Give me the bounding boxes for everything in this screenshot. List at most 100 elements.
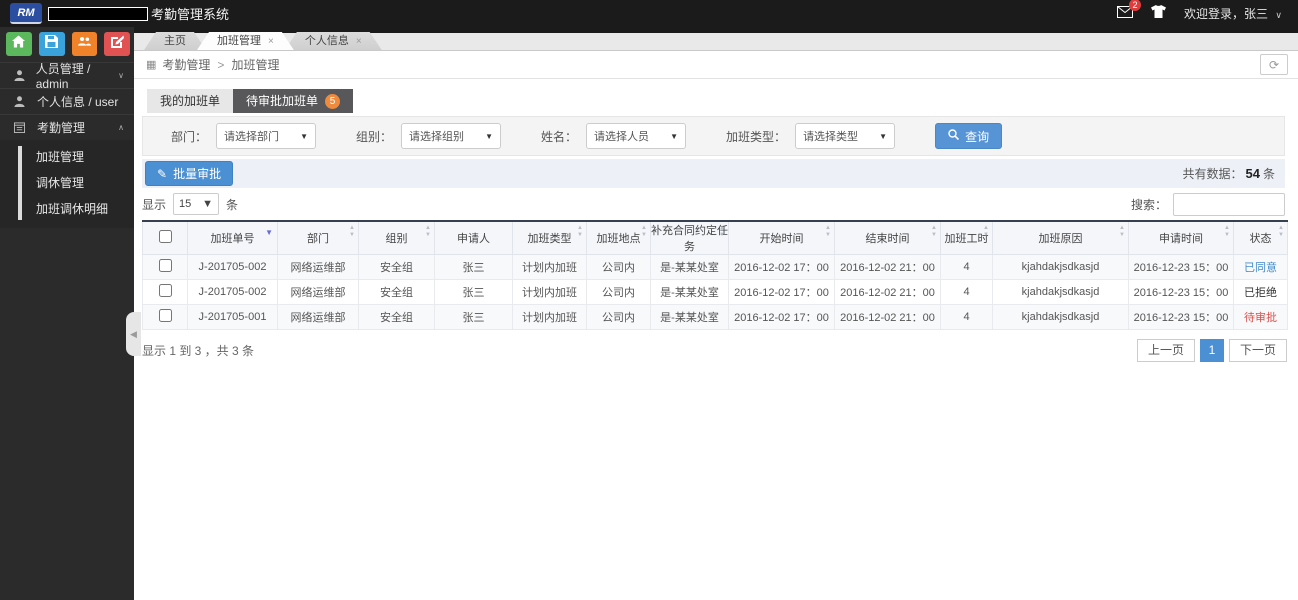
theme-button[interactable] xyxy=(1151,4,1167,23)
sidebar-subitem-leave[interactable]: 调休管理 xyxy=(0,170,134,196)
sort-icon: ▲ ▼ xyxy=(425,225,431,238)
search-input[interactable] xyxy=(1173,192,1285,216)
sidebar-item-label: 个人信息 / user xyxy=(37,95,119,109)
column-header[interactable]: 结束时间 ▲ ▼ xyxy=(834,220,941,255)
tab-my-overtime[interactable]: 我的加班单 xyxy=(147,89,234,113)
table-cell: 公司内 xyxy=(586,304,651,330)
user-menu[interactable]: 欢迎登录，张三 ∨ xyxy=(1184,5,1282,22)
top-bar: RM 考勤管理系统 2 欢迎登录，张三 ∨ xyxy=(0,0,1298,27)
filter-label: 部门： xyxy=(171,129,208,144)
column-header[interactable]: 开始时间 ▲ ▼ xyxy=(728,220,835,255)
column-header[interactable]: 申请人 xyxy=(434,220,513,255)
status-badge[interactable]: 已拒绝 xyxy=(1233,279,1288,305)
tab-label: 主页 xyxy=(164,35,186,47)
type-select[interactable]: 请选择类型 ▼ xyxy=(795,123,896,149)
close-icon[interactable]: × xyxy=(268,36,274,47)
column-header[interactable]: 加班类型 ▲ ▼ xyxy=(512,220,587,255)
mail-button[interactable]: 2 xyxy=(1117,0,1142,23)
pagination: 上一页 1 下一页 xyxy=(1132,339,1287,362)
table-cell: 4 xyxy=(940,304,993,330)
chevron-down-icon: ▼ xyxy=(670,131,679,141)
column-header[interactable]: 组别 ▲ ▼ xyxy=(358,220,435,255)
save-button[interactable] xyxy=(38,32,65,56)
column-header[interactable]: 加班工时 ▲ ▼ xyxy=(940,220,993,255)
page-1-button[interactable]: 1 xyxy=(1199,339,1224,362)
table-cell: 张三 xyxy=(434,304,513,330)
table-cell: 张三 xyxy=(434,279,513,305)
table-cell: 公司内 xyxy=(586,279,651,305)
column-label: 结束时间 xyxy=(865,233,910,245)
home-button[interactable] xyxy=(6,32,32,56)
filter-group: 组别： 请选择组别 ▼ xyxy=(356,123,502,149)
chevron-down-icon: ▼ xyxy=(485,131,494,141)
column-header[interactable]: 加班单号 ▼ xyxy=(187,220,278,255)
group-select[interactable]: 请选择组别 ▼ xyxy=(401,123,502,149)
pagesize-prefix: 显示 xyxy=(142,197,167,212)
sidebar-item-personnel[interactable]: 人员管理 / admin ∨ xyxy=(0,62,134,91)
sidebar-collapse-handle[interactable]: ◀ xyxy=(126,312,141,356)
select-all-header[interactable] xyxy=(142,220,188,255)
column-header[interactable]: 加班地点 ▲ ▼ xyxy=(586,220,651,255)
prev-page-button[interactable]: 上一页 xyxy=(1136,339,1195,362)
column-label: 加班原因 xyxy=(1038,233,1083,245)
department-select[interactable]: 请选择部门 ▼ xyxy=(216,123,317,149)
table-row: J-201705-001 网络运维部 安全组 张三 计划内加班 公司内 是-某某处室 2016… xyxy=(142,304,1288,330)
column-label: 部门 xyxy=(307,233,329,245)
table-head: 加班单号 ▼ 部门 ▲ ▼ 组别 ▲ ▼ 申请人 加班类型 ▲ ▼ 加班地点 ▲ ▼ 补充合同约定任务 ▲ ▼ 开始… xyxy=(142,220,1288,255)
column-header[interactable]: 补充合同约定任务 ▲ ▼ xyxy=(650,220,729,255)
chevron-up-icon: ∧ xyxy=(118,123,124,132)
chevron-down-icon: ▼ xyxy=(202,198,214,210)
tab-home[interactable]: 主页 xyxy=(144,32,206,50)
row-checkbox[interactable] xyxy=(158,259,172,272)
pagesize-select[interactable]: 15 ▼ xyxy=(173,193,220,215)
sort-icon: ▲ ▼ xyxy=(641,225,647,238)
filter-name: 姓名： 请选择人员 ▼ xyxy=(541,123,687,149)
edit-button[interactable] xyxy=(104,32,130,56)
status-badge[interactable]: 已同意 xyxy=(1233,254,1288,280)
content-panel: 我的加班单 待审批加班单 5 部门： 请选择部门 ▼ 组别： 请选择组别 ▼ 姓… xyxy=(134,79,1298,362)
grid-icon: ▦ xyxy=(146,59,157,71)
row-checkbox[interactable] xyxy=(158,309,172,322)
table-cell: J-201705-002 xyxy=(187,254,278,280)
search-label: 搜索： xyxy=(1130,197,1167,212)
close-icon[interactable]: × xyxy=(356,36,362,47)
tab-pending-overtime[interactable]: 待审批加班单 5 xyxy=(233,89,354,113)
table-cell: kjahdakjsdkasjd xyxy=(992,304,1129,330)
sort-icon: ▲ ▼ xyxy=(931,225,937,238)
user-icon xyxy=(14,96,28,107)
chevron-down-icon: ∨ xyxy=(118,71,124,80)
calendar-icon xyxy=(14,122,28,133)
query-button[interactable]: 查询 xyxy=(935,123,1003,149)
sidebar-subitem-detail[interactable]: 加班调休明细 xyxy=(0,196,134,222)
sidebar-item-attendance[interactable]: 考勤管理 ∧ xyxy=(0,114,134,140)
filter-label: 姓名： xyxy=(541,129,578,144)
select-value: 请选择类型 xyxy=(803,131,859,143)
status-badge[interactable]: 待审批 xyxy=(1233,304,1288,330)
row-checkbox[interactable] xyxy=(158,284,172,297)
batch-approve-button[interactable]: ✎ 批量审批 xyxy=(145,161,234,186)
select-all-checkbox[interactable] xyxy=(158,230,172,243)
next-page-button[interactable]: 下一页 xyxy=(1228,339,1287,362)
home-icon xyxy=(12,35,26,53)
breadcrumb-parent[interactable]: 考勤管理 xyxy=(162,56,210,73)
column-header[interactable]: 部门 ▲ ▼ xyxy=(277,220,359,255)
tshirt-icon xyxy=(1151,4,1167,22)
person-select[interactable]: 请选择人员 ▼ xyxy=(586,123,687,149)
sidebar-subitem-overtime[interactable]: 加班管理 xyxy=(0,144,134,170)
pagesize-suffix: 条 xyxy=(226,197,239,212)
column-header[interactable]: 申请时间 ▲ ▼ xyxy=(1128,220,1234,255)
total-unit: 条 xyxy=(1262,167,1275,181)
tab-overtime[interactable]: 加班管理 × xyxy=(197,32,294,50)
refresh-button[interactable]: ⟳ xyxy=(1260,54,1288,75)
sort-icon: ▲ ▼ xyxy=(1119,225,1125,238)
column-header[interactable]: 状态 ▲ ▼ xyxy=(1233,220,1288,255)
column-header[interactable]: 加班原因 ▲ ▼ xyxy=(992,220,1129,255)
tab-profile[interactable]: 个人信息 × xyxy=(285,32,382,50)
list-toolbar: 显示 15 ▼ 条 搜索： xyxy=(142,188,1285,220)
users-button[interactable] xyxy=(71,32,98,56)
sort-icon: ▲ ▼ xyxy=(577,225,583,238)
column-label: 开始时间 xyxy=(759,233,804,245)
sidebar-item-profile[interactable]: 个人信息 / user xyxy=(0,88,134,114)
table-cell: 计划内加班 xyxy=(512,279,587,305)
table-cell: 2016-12-02 21：00 xyxy=(834,254,941,280)
